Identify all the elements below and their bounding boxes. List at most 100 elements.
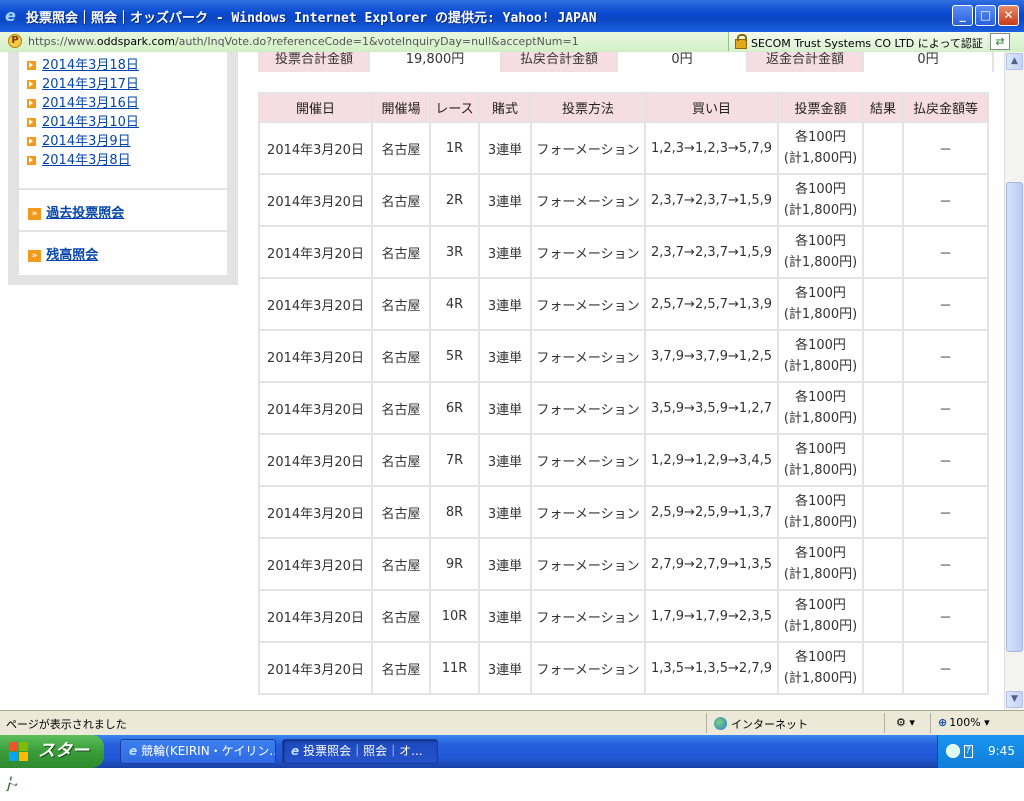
sidebar-divider — [19, 188, 227, 190]
scroll-up-icon[interactable]: ▲ — [1006, 53, 1023, 70]
zoom-icon: ⊕ — [938, 716, 948, 729]
cell-combo: 3,7,9→3,7,9→1,2,5 — [646, 331, 777, 381]
cell-payout: － — [904, 539, 987, 589]
cell-method: フォーメーション — [532, 487, 644, 537]
refresh-icon[interactable]: ⇄ — [990, 33, 1010, 50]
status-divider — [884, 713, 885, 733]
column-header: 賭式 — [480, 94, 530, 121]
taskbar-item-vote-inquiry[interactable]: e 投票照会｜照会｜オ... — [282, 739, 438, 764]
cell-race: 8R — [431, 487, 478, 537]
system-tray: ｱ 9:45 — [937, 735, 1024, 768]
scroll-down-icon[interactable]: ▼ — [1006, 691, 1023, 708]
table-row: 2014年3月20日 名古屋 4R 3連単 フォーメーション 2,5,7→2,5,7→1,… — [260, 279, 987, 329]
minimize-button[interactable]: _ — [952, 5, 973, 26]
cell-venue: 名古屋 — [373, 123, 429, 173]
cell-bet-type: 3連単 — [480, 643, 530, 693]
cell-combo: 2,5,9→2,5,9→1,3,7 — [646, 487, 777, 537]
cell-combo: 2,7,9→2,7,9→1,3,5 — [646, 539, 777, 589]
cell-race: 7R — [431, 435, 478, 485]
cell-payout: － — [904, 591, 987, 641]
cell-combo: 3,5,9→3,5,9→1,2,7 — [646, 383, 777, 433]
date-link[interactable]: 2014年3月17日 — [42, 77, 139, 92]
security-zone[interactable]: インターネット — [714, 716, 808, 732]
date-link-item: 2014年3月18日 — [27, 56, 139, 75]
past-inquiry-link[interactable]: 過去投票照会 — [46, 206, 124, 221]
status-bar: ページが表示されました インターネット ⚙ ▾ ⊕ 100% ▾ — [0, 710, 1024, 735]
cell-combo: 1,3,5→1,3,5→2,7,9 — [646, 643, 777, 693]
cell-date: 2014年3月20日 — [260, 435, 371, 485]
cell-bet-type: 3連単 — [480, 227, 530, 277]
column-header: レース — [431, 94, 478, 121]
summary-row: 投票合計金額 19,800円 払戻合計金額 0円 返金合計金額 0円 — [258, 52, 994, 72]
cell-date: 2014年3月20日 — [260, 331, 371, 381]
cell-venue: 名古屋 — [373, 539, 429, 589]
date-link[interactable]: 2014年3月18日 — [42, 58, 139, 73]
balance-inquiry-link[interactable]: 残高照会 — [46, 248, 98, 263]
cell-result — [864, 331, 902, 381]
table-row: 2014年3月20日 名古屋 2R 3連単 フォーメーション 2,3,7→2,3,7→1,… — [260, 175, 987, 225]
table-row: 2014年3月20日 名古屋 1R 3連単 フォーメーション 1,2,3→1,2,3→5,… — [260, 123, 987, 173]
table-row: 2014年3月20日 名古屋 9R 3連単 フォーメーション 2,7,9→2,7,9→1,… — [260, 539, 987, 589]
cell-race: 3R — [431, 227, 478, 277]
column-header: 開催場 — [373, 94, 429, 121]
column-header: 払戻金額等 — [904, 94, 987, 121]
vertical-scrollbar[interactable]: ▲ ▼ — [1004, 52, 1024, 710]
cell-venue: 名古屋 — [373, 175, 429, 225]
cell-date: 2014年3月20日 — [260, 175, 371, 225]
date-link[interactable]: 2014年3月16日 — [42, 96, 139, 111]
cell-amount: 各100円 (計1,800円) — [779, 487, 862, 537]
column-header: 投票金額 — [779, 94, 862, 121]
cell-combo: 2,3,7→2,3,7→1,5,9 — [646, 175, 777, 225]
cell-venue: 名古屋 — [373, 331, 429, 381]
cell-payout: － — [904, 643, 987, 693]
window-title-bar[interactable]: e 投票照会｜照会｜オッズパーク - Windows Internet Expl… — [0, 0, 1024, 32]
start-button[interactable]: スタート — [0, 735, 104, 794]
date-link-item: 2014年3月10日 — [27, 113, 139, 132]
column-header: 開催日 — [260, 94, 371, 121]
arrow-bullet-icon — [27, 61, 36, 70]
date-link[interactable]: 2014年3月10日 — [42, 115, 139, 130]
globe-icon — [714, 717, 727, 730]
cell-result — [864, 435, 902, 485]
date-link-item: 2014年3月9日 — [27, 132, 139, 151]
ime-indicator[interactable]: ｱ — [964, 745, 973, 758]
table-header-row: 開催日 開催場 レース 賭式 投票方法 買い目 投票金額 結果 払戻金額等 — [260, 94, 987, 121]
cell-result — [864, 123, 902, 173]
windows-flag-icon — [9, 742, 29, 762]
refund-value: 0円 — [864, 52, 992, 72]
cell-bet-type: 3連単 — [480, 539, 530, 589]
protected-mode-icon[interactable]: ⚙ ▾ — [896, 716, 915, 729]
status-divider — [706, 713, 707, 733]
security-report-button[interactable]: SECOM Trust Systems CO LTD によって認証 — [728, 32, 987, 51]
cell-amount: 各100円 (計1,800円) — [779, 331, 862, 381]
cell-result — [864, 643, 902, 693]
taskbar-item-keirin[interactable]: e 競輪(KEIRIN・ケイリン... — [120, 739, 276, 764]
arrow-bullet-icon — [27, 137, 36, 146]
cell-date: 2014年3月20日 — [260, 487, 371, 537]
tray-back-icon[interactable] — [946, 744, 960, 758]
column-header: 投票方法 — [532, 94, 644, 121]
cell-result — [864, 539, 902, 589]
table-row: 2014年3月20日 名古屋 8R 3連単 フォーメーション 2,5,9→2,5,9→1,… — [260, 487, 987, 537]
date-link[interactable]: 2014年3月9日 — [42, 134, 131, 149]
close-button[interactable]: ✕ — [998, 5, 1019, 26]
cell-date: 2014年3月20日 — [260, 279, 371, 329]
payout-label: 払戻合計金額 — [502, 52, 616, 72]
double-arrow-icon: » — [28, 208, 41, 220]
cell-payout: － — [904, 331, 987, 381]
cell-method: フォーメーション — [532, 539, 644, 589]
cell-method: フォーメーション — [532, 643, 644, 693]
arrow-bullet-icon — [27, 80, 36, 89]
maximize-button[interactable]: □ — [975, 5, 996, 26]
cell-bet-type: 3連単 — [480, 175, 530, 225]
double-arrow-icon: » — [28, 250, 41, 262]
sidebar: 2014年3月18日 2014年3月17日 2014年3月16日 2014年3月10日… — [8, 52, 238, 285]
url-field[interactable]: https://www.oddspark.com/auth/InqVote.do… — [28, 35, 579, 48]
cell-date: 2014年3月20日 — [260, 539, 371, 589]
zoom-control[interactable]: ⊕ 100% ▾ — [938, 716, 990, 729]
date-link[interactable]: 2014年3月8日 — [42, 153, 131, 168]
cell-method: フォーメーション — [532, 227, 644, 277]
scroll-thumb[interactable] — [1006, 182, 1023, 652]
cell-combo: 1,2,9→1,2,9→3,4,5 — [646, 435, 777, 485]
cell-payout: － — [904, 123, 987, 173]
